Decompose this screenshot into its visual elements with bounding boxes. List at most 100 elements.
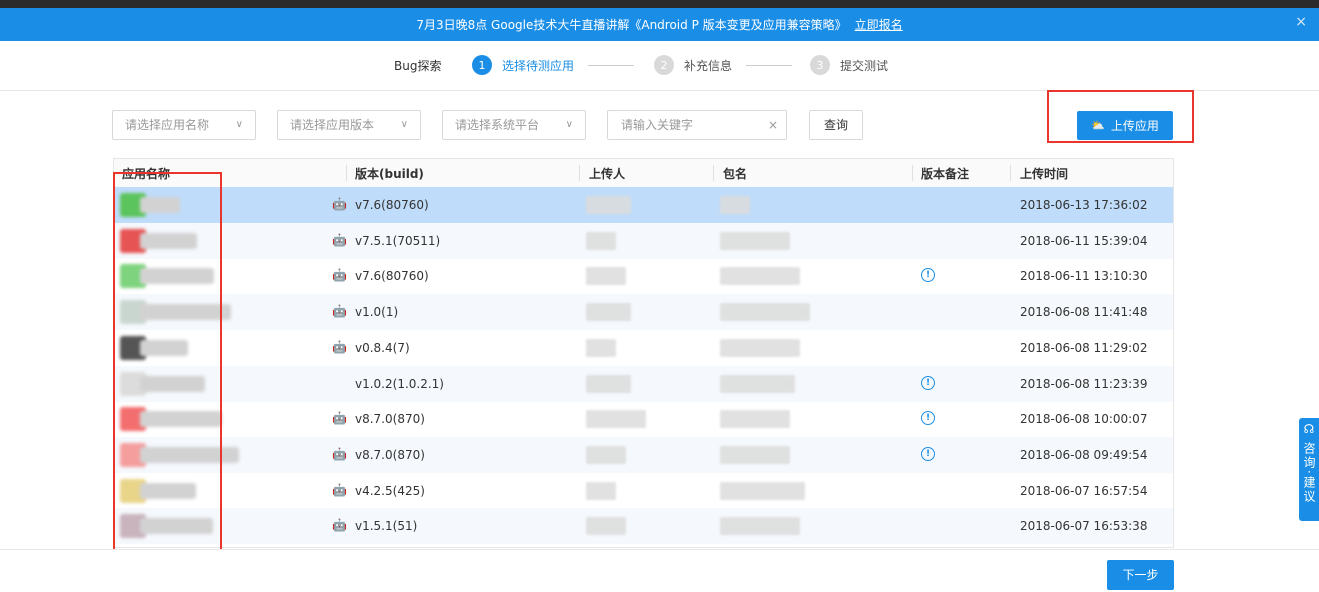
upload-time-cell: 2018-06-07 16:53:38 xyxy=(1020,519,1148,534)
android-icon: 🤖 xyxy=(332,518,347,533)
footer-bar: 下一步 xyxy=(0,549,1319,592)
uploader-blurred xyxy=(586,231,616,250)
package-blurred xyxy=(720,338,800,357)
col-divider xyxy=(579,165,580,181)
package-blurred xyxy=(720,517,800,536)
chevron-down-icon: ∨ xyxy=(565,119,573,130)
chevron-down-icon: ∨ xyxy=(235,119,243,130)
android-icon: 🤖 xyxy=(332,304,347,319)
step-1: 1 选择待测应用 xyxy=(472,55,635,75)
info-icon[interactable]: ! xyxy=(921,375,935,390)
step-connector xyxy=(746,64,793,66)
select-placeholder: 请选择应用名称 xyxy=(125,118,210,132)
version-cell: v8.7.0(870) xyxy=(355,447,425,462)
keyword-input[interactable]: 请输入关键字 × xyxy=(607,110,787,140)
upload-time-cell: 2018-06-08 11:29:02 xyxy=(1020,340,1148,355)
uploader-blurred xyxy=(586,196,631,214)
col-uploader: 上传人 xyxy=(589,167,626,181)
platform-select[interactable]: 请选择系统平台 ∨ xyxy=(442,110,586,140)
info-icon[interactable]: ! xyxy=(921,268,935,283)
table-row[interactable]: 🤖 v1.5.1(51) 2018-06-07 16:53:38 xyxy=(114,508,1173,545)
col-upload-time: 上传时间 xyxy=(1020,167,1069,181)
step-2: 2 补充信息 xyxy=(654,55,793,75)
android-icon: 🤖 xyxy=(332,268,347,283)
announcement-banner: 7月3日晚8点 Google技术大牛直播讲解《Android P 版本变更及应用… xyxy=(0,8,1319,41)
feedback-sidebar-tab[interactable]: ☊ 咨询·建议 xyxy=(1299,418,1319,521)
step-label: 提交测试 xyxy=(840,58,889,73)
upload-time-cell: 2018-06-08 10:00:07 xyxy=(1020,412,1148,427)
package-blurred xyxy=(720,196,750,214)
chevron-down-icon: ∨ xyxy=(400,119,408,130)
table-row[interactable]: 🤖 v8.7.0(870)! 2018-06-08 09:49:54 xyxy=(114,436,1173,473)
table-header: 应用名称 版本(build) 上传人 包名 版本备注 上传时间 xyxy=(114,159,1173,187)
app-version-select[interactable]: 请选择应用版本 ∨ xyxy=(277,110,421,140)
step-connector xyxy=(588,64,635,66)
table-row[interactable]: 🤖 v1.0(1) 2018-06-08 11:41:48 xyxy=(114,294,1173,331)
table-row[interactable]: 🤖 v7.6(80760) 2018-06-13 17:36:02 xyxy=(114,187,1173,223)
table-row[interactable]: 🤖 v4.2.5(425) 2018-06-07 16:57:54 xyxy=(114,473,1173,509)
android-icon: 🤖 xyxy=(332,197,347,211)
table-row[interactable]: 🤖 v7.6(80760)! 2018-06-11 13:10:30 xyxy=(114,258,1173,294)
col-note: 版本备注 xyxy=(921,167,970,181)
step-number: 1 xyxy=(472,55,492,75)
close-icon[interactable]: × xyxy=(1295,14,1307,30)
version-cell: v7.6(80760) xyxy=(355,269,429,284)
upload-time-cell: 2018-06-08 09:49:54 xyxy=(1020,447,1148,462)
col-package: 包名 xyxy=(723,167,748,181)
step-label: 补充信息 xyxy=(684,58,733,73)
android-icon: 🤖 xyxy=(332,232,347,247)
next-step-button[interactable]: 下一步 xyxy=(1107,560,1174,590)
android-icon: 🤖 xyxy=(332,411,347,426)
highlight-box-upload xyxy=(1047,90,1194,143)
android-icon: 🤖 xyxy=(332,446,347,461)
table-row[interactable]: 🤖 v8.7.0(870)! 2018-06-08 10:00:07 xyxy=(114,401,1173,437)
package-blurred xyxy=(720,267,800,286)
uploader-blurred xyxy=(586,267,626,286)
step-number: 3 xyxy=(810,55,830,75)
uploader-blurred xyxy=(586,410,646,429)
version-cell: v4.2.5(425) xyxy=(355,483,425,498)
version-cell: v7.6(80760) xyxy=(355,198,429,212)
package-blurred xyxy=(720,481,805,500)
upload-time-cell: 2018-06-11 13:10:30 xyxy=(1020,269,1148,284)
version-cell: v1.0.2(1.0.2.1) xyxy=(355,376,444,391)
upload-time-cell: 2018-06-08 11:23:39 xyxy=(1020,376,1148,391)
clear-icon[interactable]: × xyxy=(768,111,778,139)
package-blurred xyxy=(720,231,790,250)
select-placeholder: 请选择应用版本 xyxy=(290,118,375,132)
uploader-blurred xyxy=(586,517,626,536)
keyword-placeholder: 请输入关键字 xyxy=(621,118,694,132)
package-blurred xyxy=(720,374,795,393)
info-icon[interactable]: ! xyxy=(921,446,935,461)
app-name-select[interactable]: 请选择应用名称 ∨ xyxy=(112,110,256,140)
android-icon: 🤖 xyxy=(332,482,347,497)
col-divider xyxy=(346,165,347,181)
query-button[interactable]: 查询 xyxy=(809,110,863,140)
version-cell: v0.8.4(7) xyxy=(355,340,410,355)
table-row[interactable]: v1.0.2(1.0.2.1)! 2018-06-08 11:23:39 xyxy=(114,365,1173,402)
uploader-blurred xyxy=(586,481,616,500)
col-version: 版本(build) xyxy=(355,167,424,181)
uploader-blurred xyxy=(586,374,631,393)
version-cell: v1.0(1) xyxy=(355,305,399,320)
step-number: 2 xyxy=(654,55,674,75)
col-divider xyxy=(1010,165,1011,181)
uploader-blurred xyxy=(586,338,616,357)
uploader-blurred xyxy=(586,445,626,464)
step-bug-explore[interactable]: Bug探索 xyxy=(394,57,441,74)
highlight-box-app-names xyxy=(113,172,222,556)
table-row[interactable]: 🤖 v7.5.1(70511) 2018-06-11 15:39:04 xyxy=(114,222,1173,259)
info-icon[interactable]: ! xyxy=(921,411,935,426)
headset-icon: ☊ xyxy=(1303,422,1315,436)
upload-time-cell: 2018-06-13 17:36:02 xyxy=(1020,198,1148,212)
table-row[interactable]: 🤖 v0.8.4(7) 2018-06-08 11:29:02 xyxy=(114,330,1173,366)
signup-link[interactable]: 立即报名 xyxy=(855,16,903,33)
version-cell: v8.7.0(870) xyxy=(355,412,425,427)
app-table: 应用名称 版本(build) 上传人 包名 版本备注 上传时间 🤖 v7.6(80… xyxy=(113,158,1174,548)
package-blurred xyxy=(720,410,790,429)
package-blurred xyxy=(720,445,790,464)
col-divider xyxy=(912,165,913,181)
step-3: 3 提交测试 xyxy=(810,55,888,75)
step-progress: Bug探索 1 选择待测应用 2 补充信息 3 提交测试 xyxy=(0,41,1319,91)
upload-time-cell: 2018-06-11 15:39:04 xyxy=(1020,233,1148,248)
